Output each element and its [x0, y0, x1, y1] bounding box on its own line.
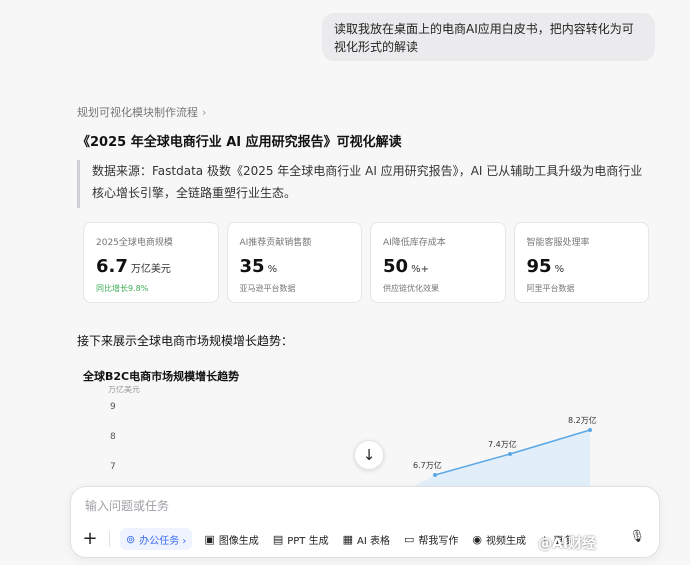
tool-ai-table[interactable]: ▦ AI 表格: [341, 528, 392, 550]
user-message-bubble: 读取我放在桌面上的电商AI应用白皮书，把内容转化为可视化形式的解读: [322, 13, 655, 61]
video-icon: ◉: [472, 532, 482, 546]
prompt-input[interactable]: [85, 496, 625, 516]
user-message-text: 读取我放在桌面上的电商AI应用白皮书，把内容转化为可视化形式的解读: [334, 22, 634, 54]
data-label: 7.4万亿: [488, 439, 517, 449]
stat-value: 95: [526, 256, 552, 277]
stat-value: 35: [239, 256, 265, 277]
data-point[interactable]: [508, 452, 512, 456]
y-tick-label: 8: [110, 432, 116, 442]
stat-sub: 供应链优化效果: [383, 284, 439, 293]
stat-label: AI推荐贡献销售额: [239, 238, 312, 248]
source-quote: 数据来源：Fastdata 极数《2025 年全球电商行业 AI 应用研究报告》…: [77, 160, 643, 208]
market-growth-chart: 万亿美元 9 8 7 6.7万亿 7.4万亿 8.2万亿: [108, 386, 597, 486]
stat-unit: %: [267, 264, 278, 275]
tool-label: AI 表格: [356, 535, 390, 547]
data-label: 8.2万亿: [568, 415, 597, 425]
task-icon: ⊚: [126, 532, 136, 546]
scroll-down-button[interactable]: ↓: [354, 440, 384, 470]
stat-sub: 亚马逊平台数据: [239, 284, 296, 293]
chart-y-axis-label: 万亿美元: [108, 386, 140, 394]
stat-sub: 同比增长9.8%: [96, 284, 149, 293]
stat-value: 6.7: [96, 256, 128, 277]
watermark: @AI财经: [538, 536, 597, 552]
stat-card: AI推荐贡献销售额 35% 亚马逊平台数据: [226, 222, 362, 303]
stat-value: 50: [383, 256, 409, 277]
tool-image-generation[interactable]: ▣ 图像生成: [202, 528, 260, 550]
chevron-right-icon: ›: [202, 106, 207, 119]
plus-icon[interactable]: +: [81, 529, 99, 549]
ppt-icon: ▤: [272, 532, 284, 546]
tool-label: 视频生成: [485, 535, 526, 547]
section-heading: 接下来展示全球电商市场规模增长趋势：: [77, 334, 294, 348]
flow-link-label: 规划可视化模块制作流程: [77, 106, 198, 119]
stat-card: 智能客服处理率 95% 阿里平台数据: [513, 222, 649, 303]
stat-label: 智能客服处理率: [526, 238, 590, 248]
stat-card: AI降低库存成本 50 %+ 供应链优化效果: [370, 222, 506, 303]
y-tick-label: 9: [110, 402, 116, 412]
stat-card: 2025全球电商规模 6.7 万亿美元 同比增长9.8%: [83, 222, 219, 303]
arrow-down-icon: ↓: [362, 446, 376, 464]
stat-label: 2025全球电商规模: [96, 238, 173, 248]
microphone-icon[interactable]: 🎙: [630, 529, 645, 543]
write-icon: ▭: [403, 532, 415, 546]
stat-unit: %: [554, 264, 565, 275]
flow-link[interactable]: 规划可视化模块制作流程 ›: [77, 104, 206, 120]
image-icon: ▣: [204, 532, 215, 546]
tool-label: 图像生成: [218, 535, 259, 547]
tool-writing[interactable]: ▭ 帮我写作: [402, 528, 460, 550]
data-point[interactable]: [433, 473, 437, 477]
tool-office-task[interactable]: ⊚ 办公任务 ›: [120, 528, 193, 550]
toolbar-divider: [109, 531, 110, 547]
tool-label: PPT 生成: [287, 535, 329, 547]
tool-label: 帮我写作: [418, 535, 459, 547]
chart-title: 全球B2C电商市场规模增长趋势: [83, 370, 240, 383]
table-icon: ▦: [342, 532, 353, 546]
y-tick-label: 7: [110, 462, 116, 472]
tool-ppt-generation[interactable]: ▤ PPT 生成: [271, 528, 331, 550]
stat-unit: 万亿美元: [130, 264, 171, 275]
stat-sub: 阿里平台数据: [526, 284, 575, 293]
data-point[interactable]: [588, 428, 592, 432]
stat-unit: %+: [411, 264, 429, 275]
report-title: 《2025 年全球电商行业 AI 应用研究报告》可视化解读: [77, 135, 402, 150]
stat-cards: 2025全球电商规模 6.7 万亿美元 同比增长9.8% AI推荐贡献销售额 35…: [83, 222, 649, 303]
data-label: 6.7万亿: [413, 460, 442, 470]
tool-video-generation[interactable]: ◉ 视频生成: [470, 528, 528, 550]
composer-toolbar: + ⊚ 办公任务 › ▣ 图像生成 ▤ PPT 生成 ▦ AI 表格 ▭ 帮我写作 ◉ 视频…: [81, 527, 575, 551]
stat-label: AI降低库存成本: [383, 238, 446, 248]
tool-label: 办公任务 ›: [139, 535, 187, 547]
